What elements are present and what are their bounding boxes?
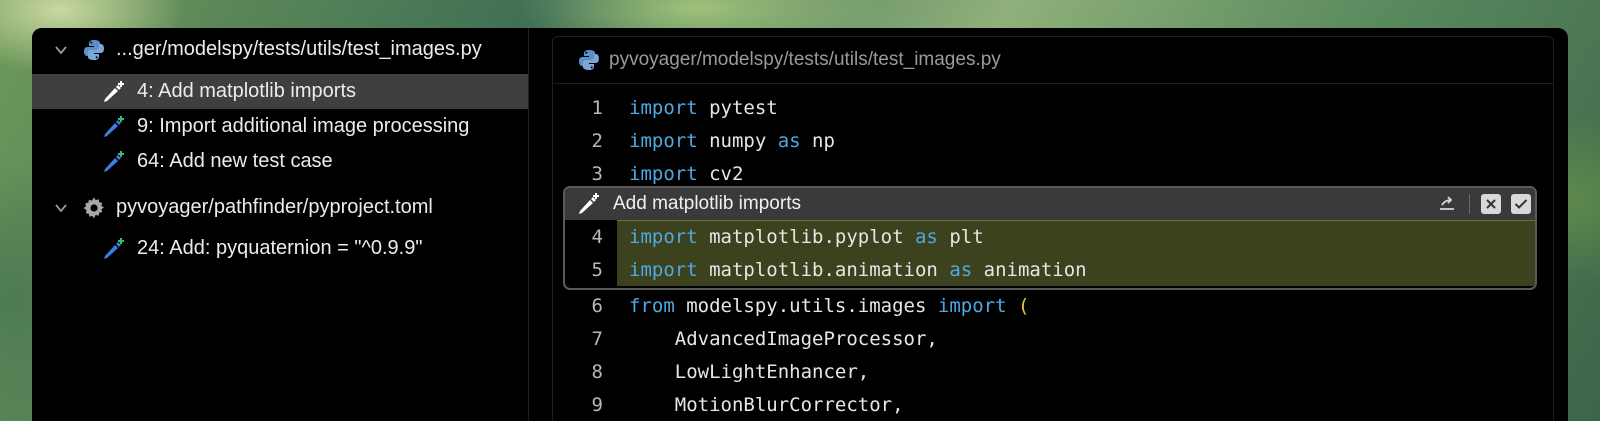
edit-pen-icon bbox=[104, 237, 124, 259]
code-line[interactable]: 4 import matplotlib.pyplot as plt bbox=[565, 220, 1535, 253]
file-group-test-images[interactable]: ...ger/modelspy/tests/utils/test_images.… bbox=[32, 32, 528, 67]
change-label: 24: Add: pyquaternion = "^0.9.9" bbox=[137, 237, 423, 259]
keyword: as bbox=[777, 129, 801, 152]
edit-pen-icon bbox=[579, 193, 599, 214]
code-line[interactable]: 9 MotionBlurCorrector, bbox=[553, 388, 1553, 421]
code-editor: pyvoyager/modelspy/tests/utils/test_imag… bbox=[552, 36, 1554, 421]
keyword: import bbox=[629, 96, 698, 119]
code-line[interactable]: 7 AdvancedImageProcessor, bbox=[553, 322, 1553, 355]
edit-pen-icon bbox=[104, 115, 124, 137]
code-line[interactable]: 8 LowLightEnhancer, bbox=[553, 355, 1553, 388]
line-number: 3 bbox=[591, 162, 603, 185]
code-token: matplotlib.animation bbox=[697, 258, 950, 281]
share-icon bbox=[1440, 196, 1454, 210]
editor-header: pyvoyager/modelspy/tests/utils/test_imag… bbox=[553, 37, 1553, 84]
code-text: from modelspy.utils.images import ( bbox=[629, 295, 1029, 317]
chevron-down-icon[interactable] bbox=[54, 201, 68, 215]
line-number: 5 bbox=[591, 258, 603, 281]
app-window: ...ger/modelspy/tests/utils/test_images.… bbox=[32, 28, 1568, 421]
code-token: animation bbox=[972, 258, 1087, 281]
code-token: plt bbox=[937, 225, 984, 248]
keyword: from bbox=[629, 294, 675, 317]
change-label: 9: Import additional image processing bbox=[137, 115, 470, 137]
code-line[interactable]: 1 import pytest bbox=[553, 91, 1553, 124]
change-panel-header: Add matplotlib imports bbox=[565, 188, 1535, 220]
python-icon bbox=[84, 39, 104, 60]
gear-icon bbox=[83, 197, 104, 218]
code-line[interactable]: 2 import numpy as np bbox=[553, 124, 1553, 157]
code-text: import numpy as np bbox=[629, 130, 835, 152]
change-item-9[interactable]: 9: Import additional image processing bbox=[32, 109, 528, 144]
line-number: 2 bbox=[591, 129, 603, 152]
changes-sidebar: ...ger/modelspy/tests/utils/test_images.… bbox=[32, 28, 529, 421]
divider bbox=[1469, 194, 1470, 214]
code-text: import pytest bbox=[629, 97, 778, 119]
edit-pen-icon bbox=[104, 150, 124, 172]
line-number: 7 bbox=[591, 327, 603, 350]
code-text: import matplotlib.pyplot as plt bbox=[629, 226, 984, 248]
keyword: import bbox=[629, 162, 698, 185]
file-label: ...ger/modelspy/tests/utils/test_images.… bbox=[116, 38, 482, 60]
code-token: numpy bbox=[697, 129, 778, 152]
code-text: import cv2 bbox=[629, 163, 743, 185]
python-icon bbox=[579, 50, 599, 70]
line-number: 1 bbox=[591, 96, 603, 119]
line-number: 6 bbox=[591, 294, 603, 317]
code-token: modelspy.utils.images bbox=[674, 294, 938, 317]
change-title: Add matplotlib imports bbox=[613, 193, 801, 214]
change-panel-body: 4 import matplotlib.pyplot as plt 5 impo… bbox=[565, 220, 1535, 288]
keyword: import bbox=[937, 294, 1007, 317]
keyword: import bbox=[629, 129, 698, 152]
change-label: 64: Add new test case bbox=[137, 150, 333, 172]
inline-change-panel: Add matplotlib imports 4 import matplotl… bbox=[563, 186, 1537, 290]
code-token: np bbox=[800, 129, 835, 152]
code-text: AdvancedImageProcessor, bbox=[629, 327, 938, 350]
change-item-24[interactable]: 24: Add: pyquaternion = "^0.9.9" bbox=[32, 231, 528, 266]
edit-pen-icon bbox=[104, 80, 124, 102]
code-text: MotionBlurCorrector, bbox=[629, 393, 904, 416]
chevron-down-icon[interactable] bbox=[54, 43, 68, 57]
code-text: LowLightEnhancer, bbox=[629, 360, 870, 383]
keyword: as bbox=[949, 258, 973, 281]
change-item-64[interactable]: 64: Add new test case bbox=[32, 144, 528, 179]
line-number: 4 bbox=[591, 225, 603, 248]
keyword: import bbox=[629, 258, 698, 281]
reject-button[interactable] bbox=[1481, 194, 1501, 214]
line-number: 8 bbox=[591, 360, 603, 383]
code-line[interactable]: 6 from modelspy.utils.images import ( bbox=[553, 289, 1553, 322]
code-token: cv2 bbox=[697, 162, 744, 185]
keyword: import bbox=[629, 225, 698, 248]
file-path: pyvoyager/modelspy/tests/utils/test_imag… bbox=[609, 49, 1001, 70]
code-text: import matplotlib.animation as animation bbox=[629, 259, 1087, 281]
paren: ( bbox=[1017, 294, 1030, 317]
code-token: pytest bbox=[697, 96, 778, 119]
keyword: as bbox=[914, 225, 938, 248]
check-icon bbox=[1514, 199, 1528, 209]
accept-button[interactable] bbox=[1511, 194, 1531, 214]
change-label: 4: Add matplotlib imports bbox=[137, 80, 356, 102]
line-number: 9 bbox=[591, 393, 603, 416]
file-group-pyproject[interactable]: pyvoyager/pathfinder/pyproject.toml bbox=[32, 190, 528, 225]
close-icon bbox=[1486, 199, 1496, 209]
code-line[interactable]: 5 import matplotlib.animation as animati… bbox=[565, 253, 1535, 286]
share-button[interactable] bbox=[1437, 194, 1457, 214]
change-item-4[interactable]: 4: Add matplotlib imports bbox=[32, 74, 528, 109]
code-token: matplotlib.pyplot bbox=[697, 225, 915, 248]
file-label: pyvoyager/pathfinder/pyproject.toml bbox=[116, 196, 433, 218]
